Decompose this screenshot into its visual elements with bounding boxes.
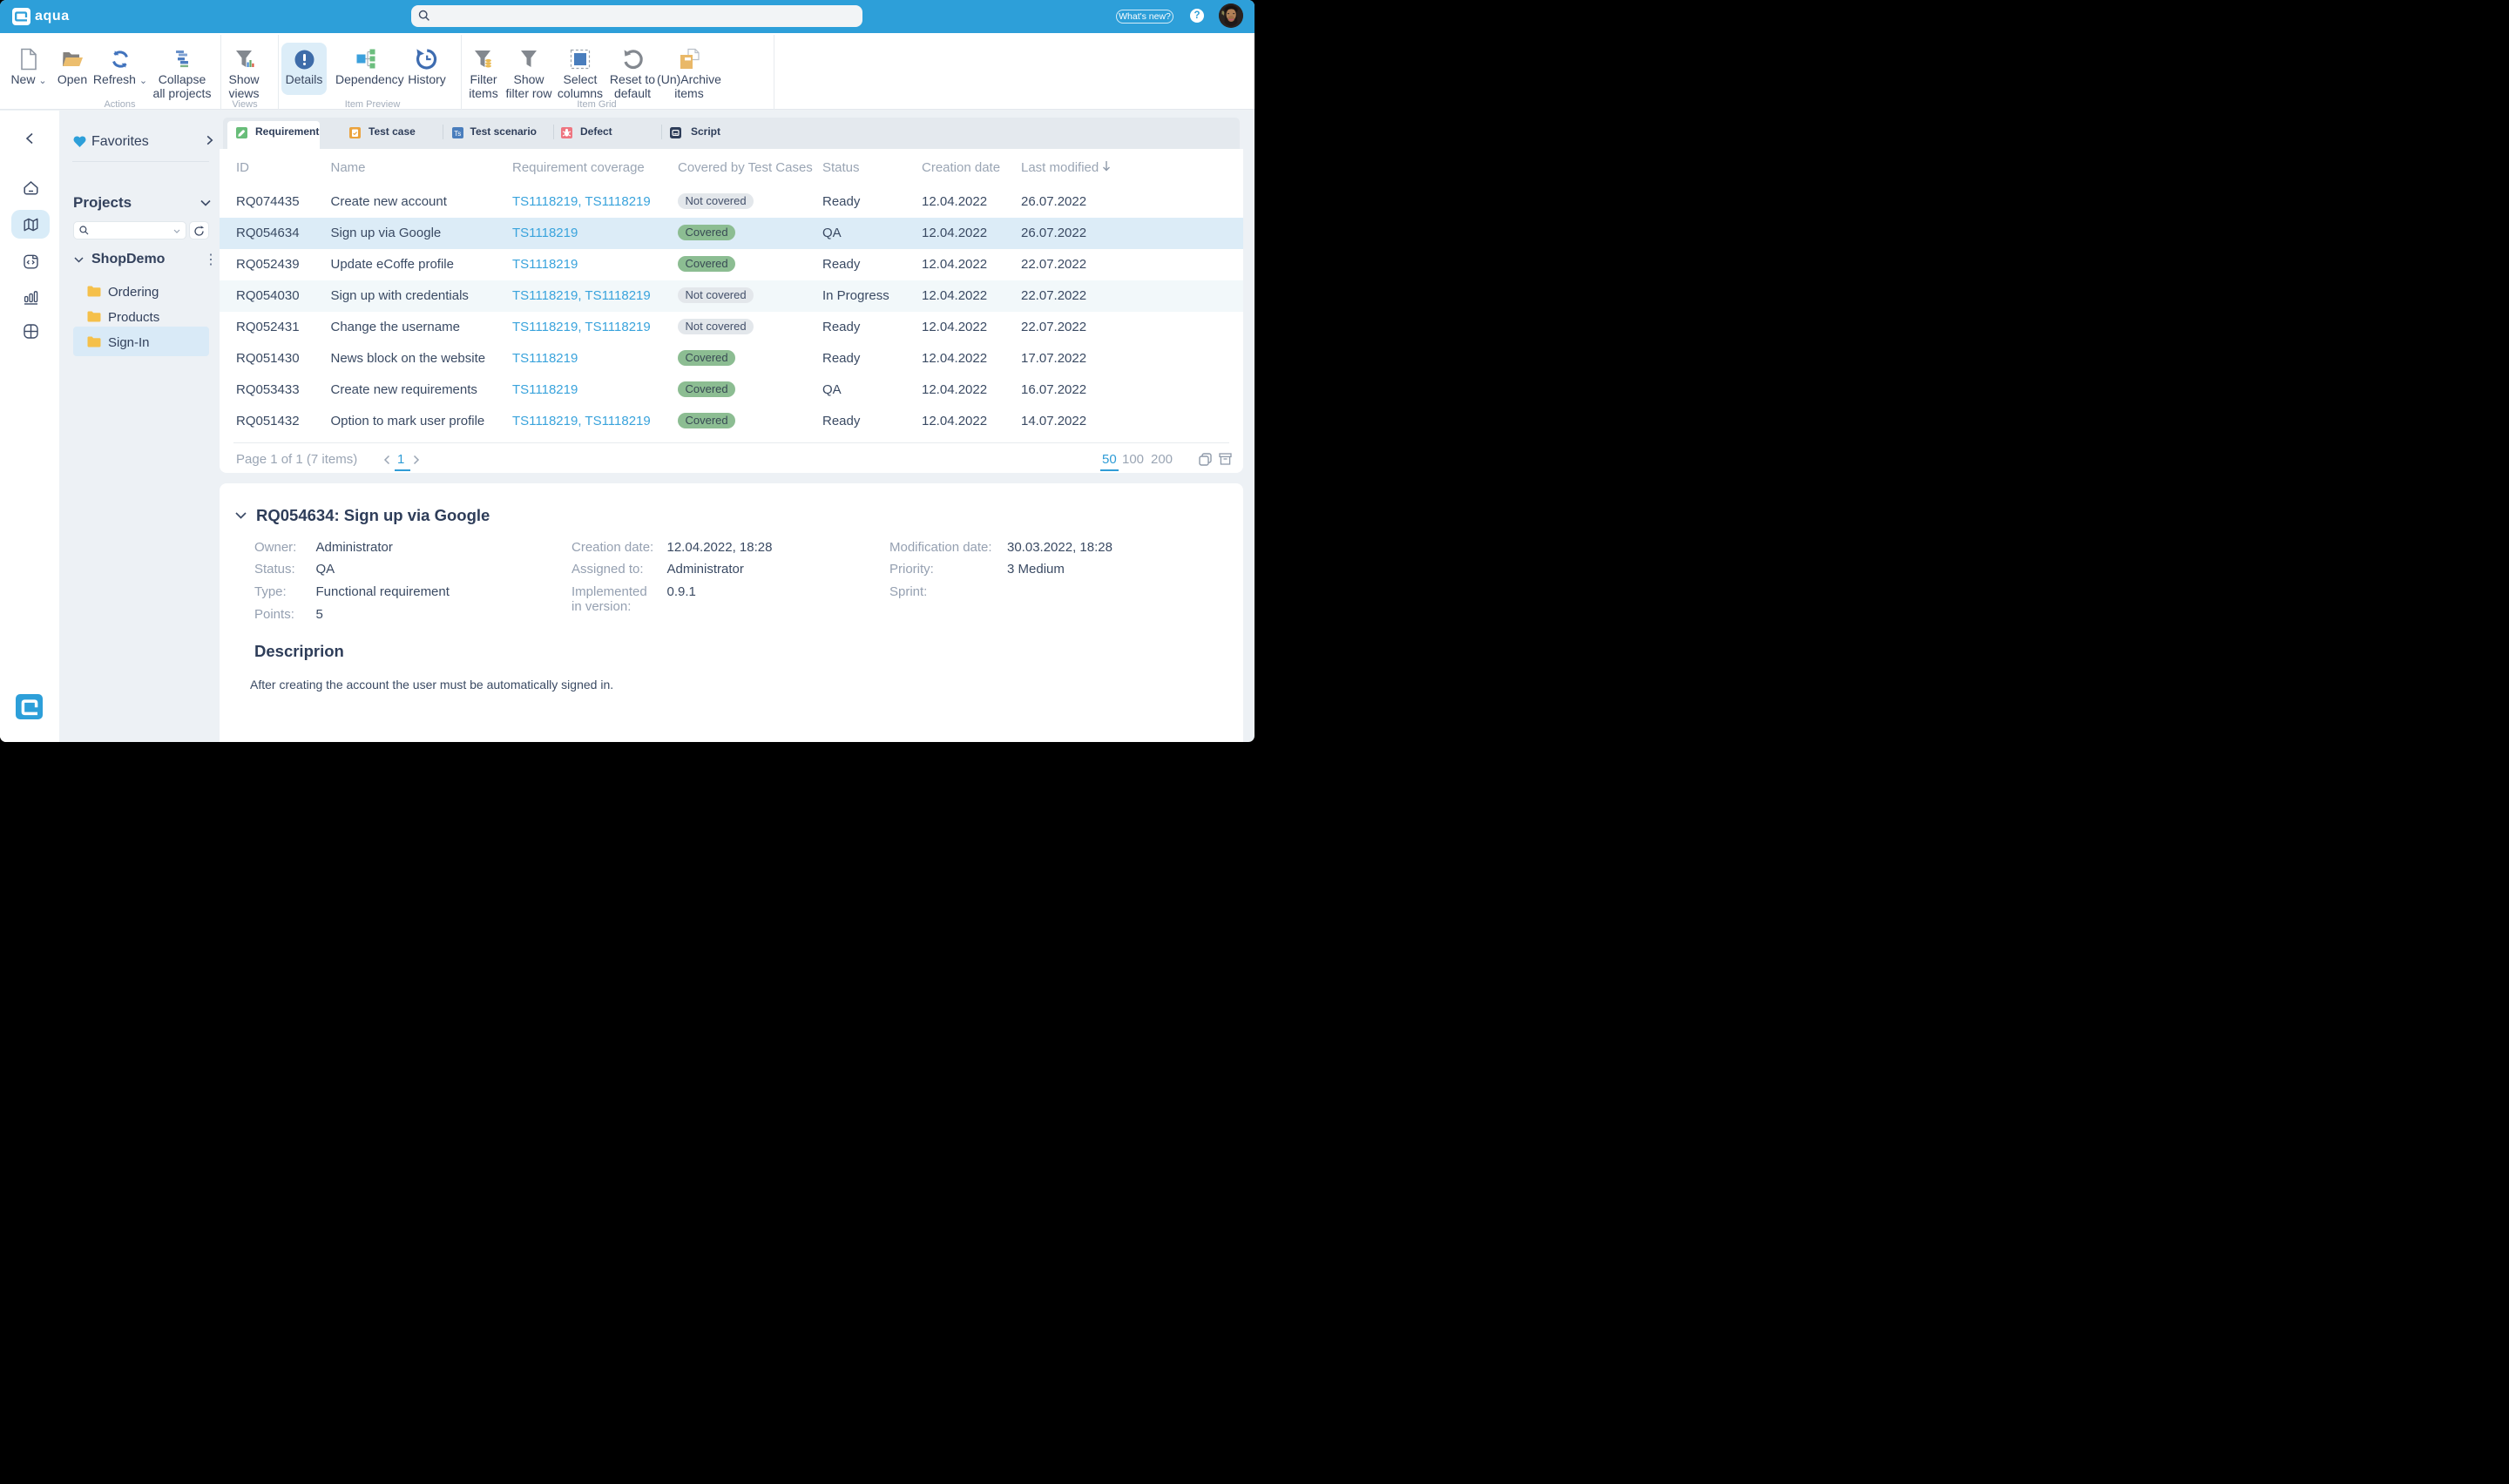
svg-text:Ts: Ts — [454, 130, 461, 138]
